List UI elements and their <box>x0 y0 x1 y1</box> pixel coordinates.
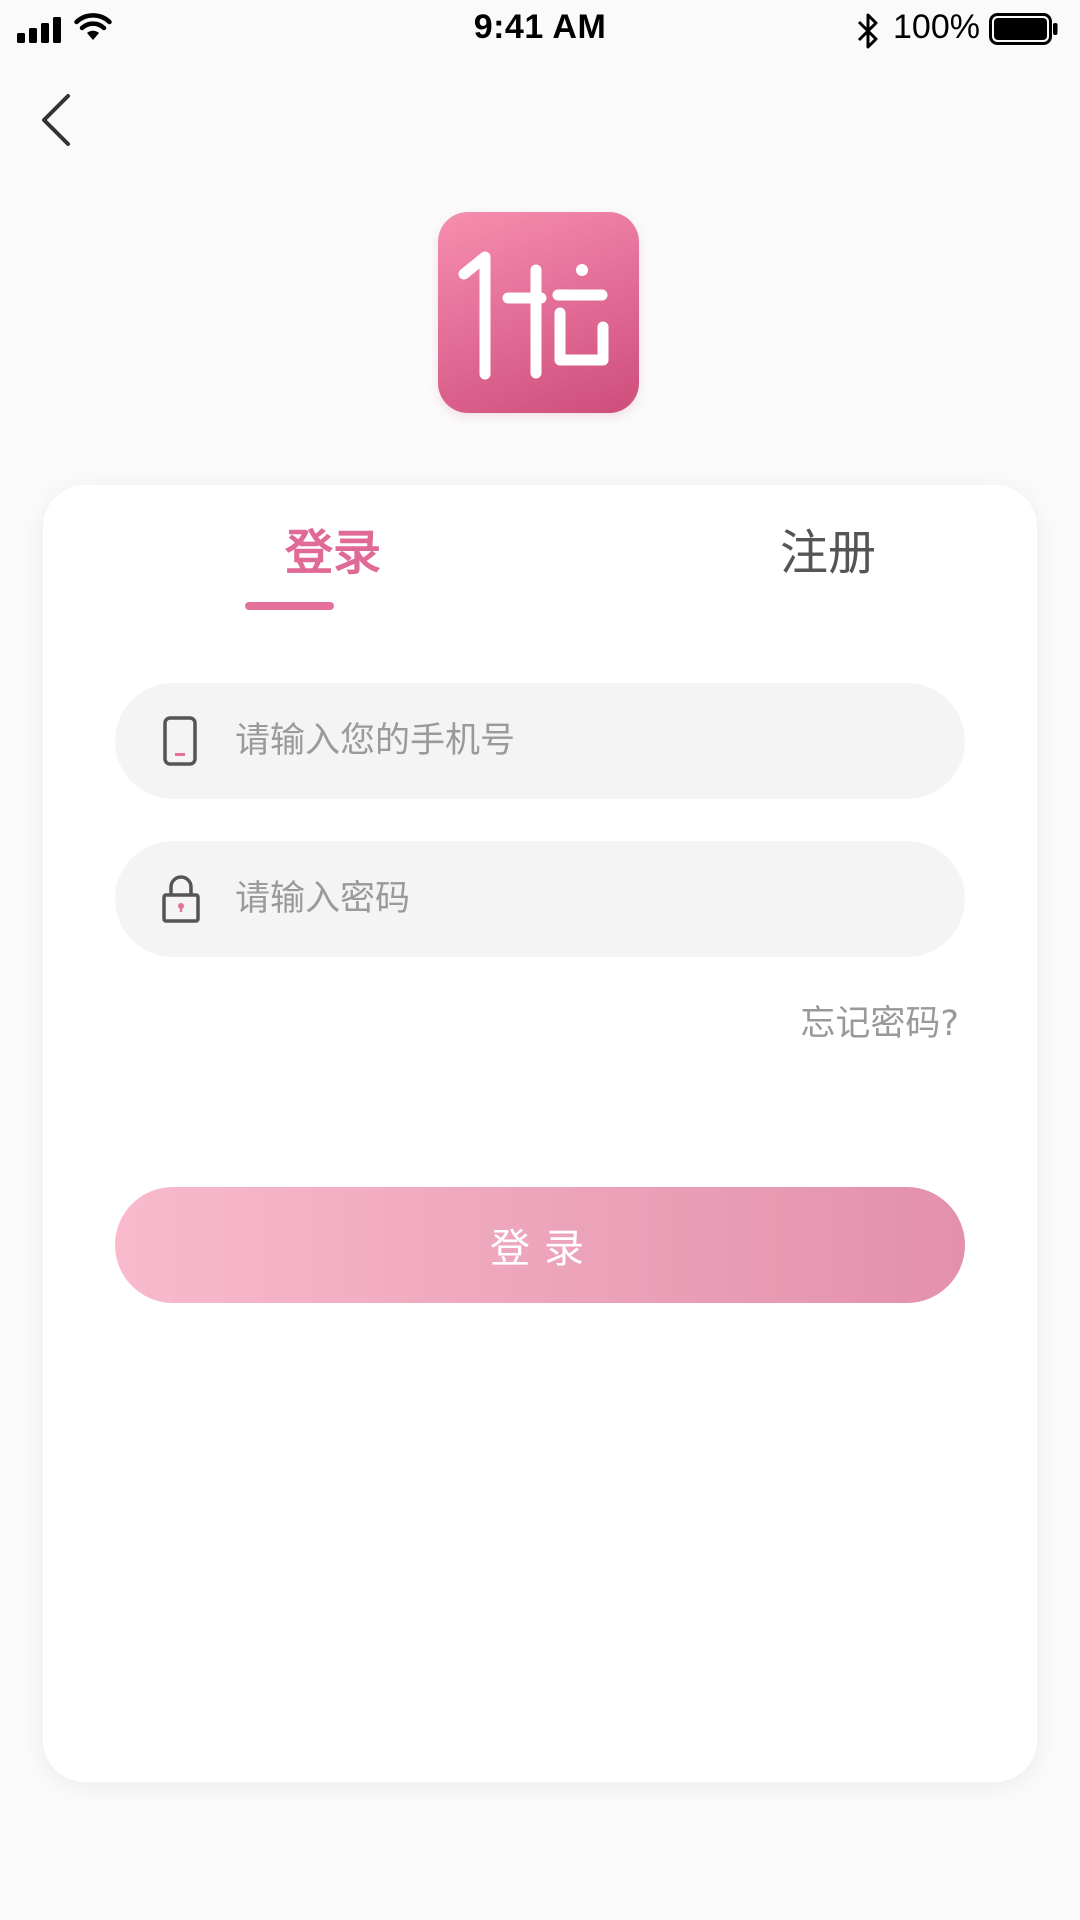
status-bar: 9:41 AM 100% <box>0 0 1080 60</box>
back-button[interactable] <box>34 90 84 150</box>
forgot-password-link[interactable]: 忘记密码? <box>800 995 959 1046</box>
password-input[interactable] <box>233 841 933 957</box>
tab-active-indicator <box>245 602 334 610</box>
password-field[interactable] <box>115 841 965 957</box>
login-button[interactable]: 登录 <box>115 1187 965 1303</box>
login-card: 登录 注册 忘记密码? 登录 <box>43 485 1037 1782</box>
phone-field[interactable] <box>115 683 965 799</box>
lock-icon <box>162 875 200 923</box>
bluetooth-icon <box>857 13 878 49</box>
phone-icon <box>163 716 197 766</box>
tab-login[interactable]: 登录 <box>203 523 463 583</box>
phone-input[interactable] <box>233 683 933 799</box>
battery-percent: 100% <box>893 8 980 46</box>
app-logo-icon <box>458 251 609 380</box>
chevron-left-icon <box>42 94 70 146</box>
battery-icon <box>989 13 1058 45</box>
app-logo <box>438 212 639 413</box>
tab-register[interactable]: 注册 <box>698 523 958 583</box>
